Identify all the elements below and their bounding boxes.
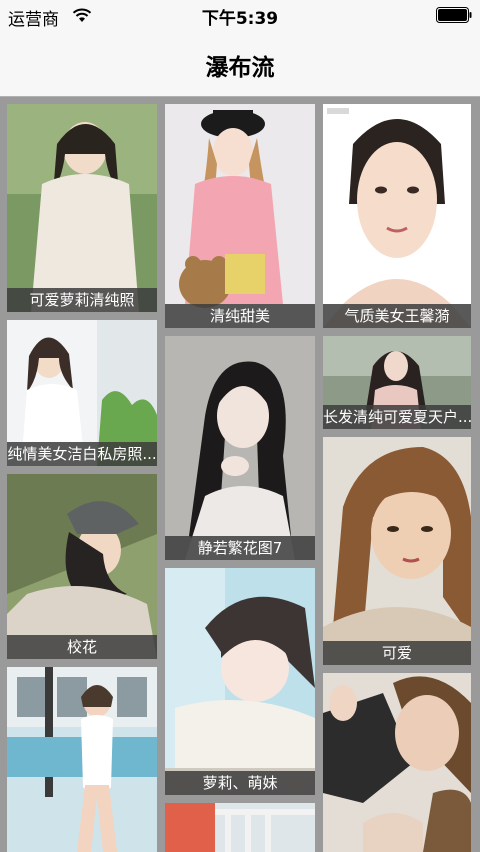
- photo-card[interactable]: 长发清纯可爱夏天户...: [323, 336, 471, 429]
- photo-image: [165, 336, 315, 560]
- photo-card[interactable]: 可爱: [323, 437, 471, 665]
- photo-card[interactable]: [323, 673, 471, 852]
- photo-card[interactable]: 清纯甜美: [165, 104, 315, 328]
- photo-image: [323, 104, 471, 328]
- photo-caption: 气质美女王馨漪: [323, 304, 471, 328]
- photo-card[interactable]: 静若繁花图7: [165, 336, 315, 560]
- photo-image: [323, 437, 471, 665]
- photo-image: [7, 104, 157, 312]
- photo-caption: 清纯甜美: [165, 304, 315, 328]
- photo-card[interactable]: 可爱萝莉清纯照: [7, 104, 157, 312]
- photo-image: [323, 673, 471, 852]
- page-title: 瀑布流: [205, 55, 275, 81]
- photo-image: [165, 568, 315, 795]
- app-screen: 运营商 下午5:39 瀑布流 可爱萝莉清纯照 纯情美女洁白私房照... 校花 清…: [0, 0, 480, 852]
- photo-caption: 萝莉、萌妹: [165, 771, 315, 795]
- photo-card[interactable]: 纯情美女洁白私房照...: [7, 320, 157, 466]
- photo-caption: 长发清纯可爱夏天户...: [323, 405, 471, 429]
- photo-image: [165, 104, 315, 328]
- photo-card[interactable]: 萝莉、萌妹: [165, 568, 315, 795]
- photo-caption: 纯情美女洁白私房照...: [7, 442, 157, 466]
- photo-caption: 可爱萝莉清纯照: [7, 288, 157, 312]
- status-bar: 运营商 下午5:39: [0, 0, 480, 30]
- waterfall-grid[interactable]: 可爱萝莉清纯照 纯情美女洁白私房照... 校花 清纯甜美 静若繁花图7 萝莉、萌…: [0, 97, 480, 852]
- status-time: 下午5:39: [201, 9, 279, 29]
- photo-card[interactable]: [7, 667, 157, 852]
- photo-caption: 可爱: [323, 641, 471, 665]
- photo-card[interactable]: 气质美女王馨漪: [323, 104, 471, 328]
- photo-image: [7, 667, 157, 852]
- photo-caption: 校花: [7, 635, 157, 659]
- photo-image: [7, 474, 157, 659]
- photo-card[interactable]: [165, 803, 315, 852]
- battery-icon: [436, 7, 472, 23]
- photo-caption: 静若繁花图7: [165, 536, 315, 560]
- photo-image: [165, 803, 315, 852]
- navigation-bar: 瀑布流: [0, 30, 480, 97]
- photo-card[interactable]: 校花: [7, 474, 157, 659]
